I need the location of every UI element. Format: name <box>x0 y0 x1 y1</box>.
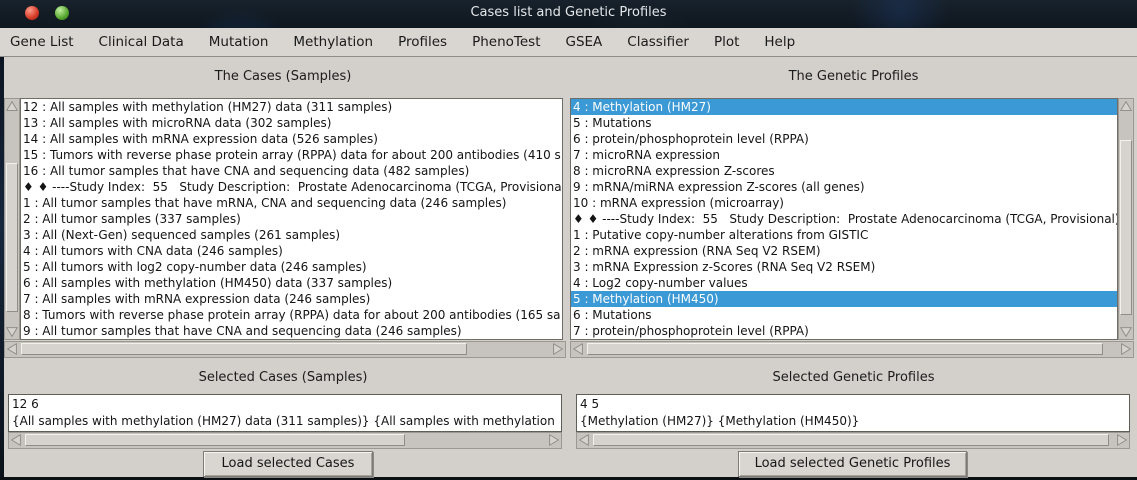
profiles-list-item[interactable]: 10 : mRNA expression (microarray) <box>571 195 1117 211</box>
cases-list-item[interactable]: 6 : All samples with methylation (HM450)… <box>21 275 562 291</box>
scrollbar-thumb[interactable] <box>6 163 18 312</box>
cases-list-item[interactable]: 2 : All tumor samples (337 samples) <box>21 211 562 227</box>
menu-item[interactable]: Methylation <box>293 34 373 50</box>
menu-item[interactable]: Classifier <box>627 34 689 50</box>
profiles-list-item[interactable]: 5 : Mutations <box>571 115 1117 131</box>
load-selected-cases-button[interactable]: Load selected Cases <box>203 451 373 477</box>
load-selected-profiles-button[interactable]: Load selected Genetic Profiles <box>738 451 967 477</box>
profiles-list-item[interactable]: 5 : Methylation (HM450) <box>571 291 1117 307</box>
menu-item[interactable]: GSEA <box>566 34 603 50</box>
cases-list-item[interactable]: 3 : All (Next-Gen) sequenced samples (26… <box>21 227 562 243</box>
selected-cases-line1: 12 6 <box>12 397 39 411</box>
selected-profiles-scrollbar[interactable] <box>576 432 1130 449</box>
cases-list-item[interactable]: 12 : All samples with methylation (HM27)… <box>21 99 562 115</box>
selected-profiles-line1: 4 5 <box>580 397 599 411</box>
cases-list-item[interactable]: 7 : All samples with mRNA expression dat… <box>21 291 562 307</box>
scrollbar-thumb[interactable] <box>593 434 1109 446</box>
window-title: Cases list and Genetic Profiles <box>0 5 1137 20</box>
menu-item[interactable]: Mutation <box>209 34 269 50</box>
cases-list-item[interactable]: 4 : All tumors with CNA data (246 sample… <box>21 243 562 259</box>
scroll-right-icon <box>551 342 565 356</box>
profiles-list-item[interactable]: 6 : protein/phosphoprotein level (RPPA) <box>571 131 1117 147</box>
profiles-list-item[interactable]: 1 : Putative copy-number alterations fro… <box>571 227 1117 243</box>
profiles-panel-title: The Genetic Profiles <box>570 69 1137 85</box>
cases-vertical-scrollbar[interactable] <box>4 98 20 340</box>
scrollbar-thumb[interactable] <box>21 343 467 355</box>
selected-profiles-label: Selected Genetic Profiles <box>570 370 1137 386</box>
scrollbar-thumb[interactable] <box>25 434 405 446</box>
cases-list-item[interactable]: ♦ ♦ ----Study Index: 55 Study Descriptio… <box>21 179 562 195</box>
cases-listbox[interactable]: 12 : All samples with methylation (HM27)… <box>20 98 563 340</box>
cases-list-item[interactable]: 15 : Tumors with reverse phase protein a… <box>21 147 562 163</box>
profiles-list-item[interactable]: 9 : mRNA/miRNA expression Z-scores (all … <box>571 179 1117 195</box>
profiles-list-item[interactable]: ♦ ♦ ----Study Index: 55 Study Descriptio… <box>571 211 1117 227</box>
scroll-down-icon <box>1119 325 1133 339</box>
profiles-list-item[interactable]: 7 : protein/phosphoprotein level (RPPA) <box>571 323 1117 339</box>
selected-profiles-line2: {Methylation (HM27)} {Methylation (HM450… <box>580 414 859 428</box>
cases-list-item[interactable]: 1 : All tumor samples that have mRNA, CN… <box>21 195 562 211</box>
scroll-right-icon <box>547 433 561 447</box>
cases-list-item[interactable]: 8 : Tumors with reverse phase protein ar… <box>21 307 562 323</box>
menu-item[interactable]: Gene List <box>10 34 74 50</box>
scroll-left-icon <box>577 433 591 447</box>
profiles-list-item[interactable]: 7 : microRNA expression <box>571 147 1117 163</box>
scroll-down-icon <box>5 325 19 339</box>
profiles-list-item[interactable]: 3 : mRNA Expression z-Scores (RNA Seq V2… <box>571 259 1117 275</box>
scroll-left-icon <box>9 433 23 447</box>
cases-list-item[interactable]: 9 : All tumor samples that have CNA and … <box>21 323 562 339</box>
menu-item[interactable]: PhenoTest <box>472 34 540 50</box>
selected-cases-label: Selected Cases (Samples) <box>0 370 566 386</box>
cases-list-item[interactable]: 16 : All tumor samples that have CNA and… <box>21 163 562 179</box>
cases-horizontal-scrollbar[interactable] <box>4 341 566 358</box>
profiles-list-item[interactable]: 6 : Mutations <box>571 307 1117 323</box>
profiles-listbox[interactable]: 4 : Methylation (HM27)5 : Mutations6 : p… <box>570 98 1118 340</box>
selected-cases-scrollbar[interactable] <box>8 432 562 449</box>
scroll-right-icon <box>1119 342 1133 356</box>
menu-bar: Gene List Clinical Data Mutation Methylatio… <box>0 28 1137 57</box>
scroll-up-icon <box>5 99 19 113</box>
profiles-list-item[interactable]: 4 : Log2 copy-number values <box>571 275 1117 291</box>
selected-profiles-textarea[interactable]: 4 5 {Methylation (HM27)} {Methylation (HM… <box>576 394 1130 432</box>
scroll-right-icon <box>1115 433 1129 447</box>
cases-list-item[interactable]: 13 : All samples with microRNA data (302… <box>21 115 562 131</box>
selected-cases-textarea[interactable]: 12 6 {All samples with methylation (HM27)… <box>8 394 562 432</box>
profiles-list-item[interactable]: 2 : mRNA expression (RNA Seq V2 RSEM) <box>571 243 1117 259</box>
cases-panel-title: The Cases (Samples) <box>0 69 566 85</box>
cases-list-item[interactable]: 5 : All tumors with log2 copy-number dat… <box>21 259 562 275</box>
selected-cases-line2: {All samples with methylation (HM27) dat… <box>12 414 555 428</box>
menu-item[interactable]: Help <box>764 34 795 50</box>
scrollbar-thumb[interactable] <box>1120 140 1132 315</box>
scroll-left-icon <box>571 342 585 356</box>
menu-item[interactable]: Profiles <box>398 34 447 50</box>
menu-item[interactable]: Clinical Data <box>99 34 184 50</box>
profiles-list-item[interactable]: 8 : microRNA expression Z-scores <box>571 163 1117 179</box>
menu-item[interactable]: Plot <box>714 34 739 50</box>
cases-list-item[interactable]: 14 : All samples with mRNA expression da… <box>21 131 562 147</box>
profiles-vertical-scrollbar[interactable] <box>1118 98 1134 340</box>
profiles-horizontal-scrollbar[interactable] <box>570 341 1134 358</box>
title-bar: Cases list and Genetic Profiles <box>0 0 1137 28</box>
scroll-left-icon <box>5 342 19 356</box>
scrollbar-thumb[interactable] <box>587 343 1103 355</box>
scroll-up-icon <box>1119 99 1133 113</box>
profiles-list-item[interactable]: 4 : Methylation (HM27) <box>571 99 1117 115</box>
